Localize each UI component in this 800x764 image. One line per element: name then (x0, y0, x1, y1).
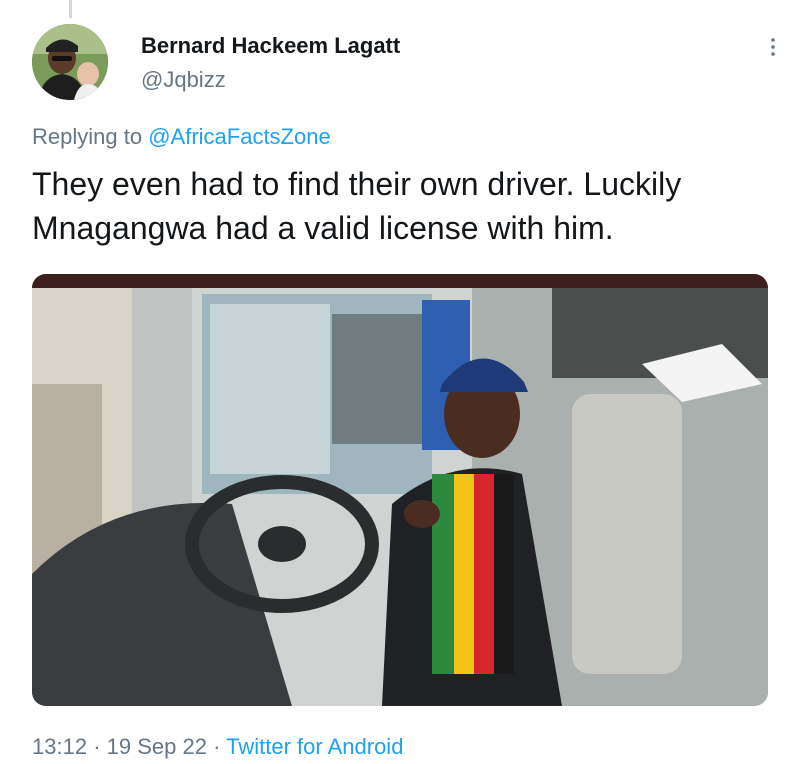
meta-separator: · (93, 734, 101, 759)
replying-to-label: Replying to (32, 124, 143, 149)
thread-connector-line (69, 0, 72, 18)
more-vertical-icon[interactable] (768, 36, 778, 58)
tweet-source-link[interactable]: Twitter for Android (226, 734, 403, 759)
replying-to-mention-link[interactable]: @AfricaFactsZone (148, 124, 331, 149)
replying-to-line: Replying to @AfricaFactsZone (32, 123, 331, 151)
tweet-media-photo[interactable] (32, 274, 768, 706)
tweet-text: They even had to find their own driver. … (32, 166, 682, 246)
author-handle[interactable]: @Jqbizz (141, 67, 400, 93)
meta-separator: · (213, 734, 221, 759)
tweet-metadata: 13:12 · 19 Sep 22 · Twitter for Android (32, 733, 403, 761)
tweet-time[interactable]: 13:12 (32, 734, 87, 759)
tweet-date[interactable]: 19 Sep 22 (107, 734, 207, 759)
avatar[interactable] (32, 24, 108, 100)
author-display-name[interactable]: Bernard Hackeem Lagatt (141, 33, 400, 59)
tweet-author[interactable]: Bernard Hackeem Lagatt @Jqbizz (141, 33, 400, 93)
